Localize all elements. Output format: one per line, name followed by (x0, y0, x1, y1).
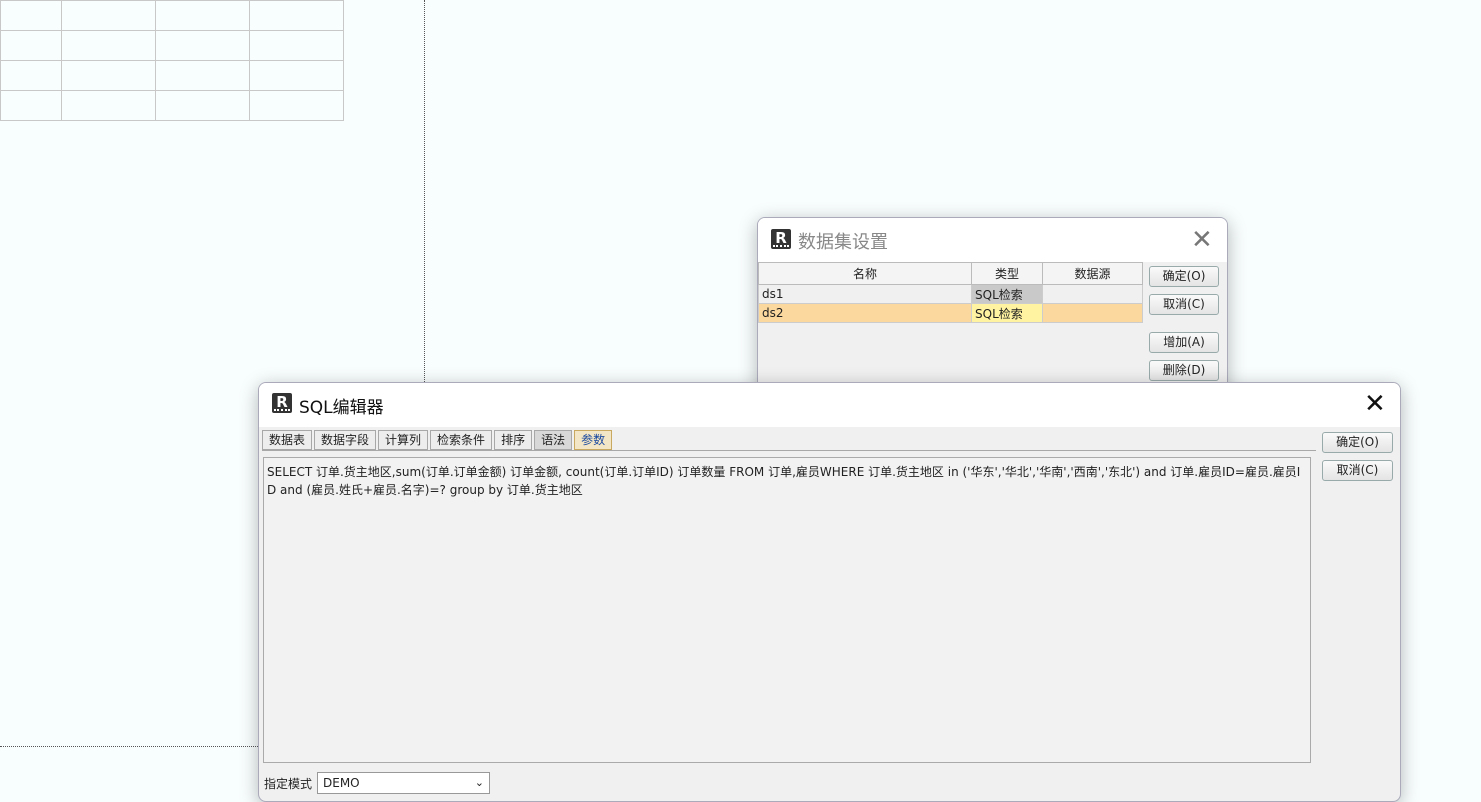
page-boundary-horizontal (0, 746, 258, 747)
page-boundary-vertical (424, 0, 425, 382)
table-row[interactable]: ds1 SQL检索 (758, 284, 1143, 304)
dataset-source-cell[interactable] (1042, 303, 1143, 323)
ok-button[interactable]: 确定(O) (1149, 266, 1219, 287)
table-row[interactable]: ds2 SQL检索 (758, 303, 1143, 323)
tab-divider (262, 450, 1316, 451)
chevron-down-icon: ⌄ (474, 776, 484, 789)
column-header-source[interactable]: 数据源 (1042, 262, 1143, 285)
ok-button[interactable]: 确定(O) (1322, 432, 1393, 453)
cancel-button[interactable]: 取消(C) (1322, 460, 1393, 481)
mode-select[interactable]: DEMO ⌄ (317, 772, 490, 794)
app-logo-icon: R (272, 393, 292, 413)
close-icon[interactable]: ✕ (1364, 391, 1386, 417)
column-header-name[interactable]: 名称 (758, 262, 972, 285)
dataset-settings-dialog: R 数据集设置 ✕ 名称 类型 数据源 ds1 SQL检索 ds2 SQL检索 … (757, 217, 1228, 404)
sql-text-area[interactable]: SELECT 订单.货主地区,sum(订单.订单金额) 订单金额, count(… (263, 457, 1311, 763)
tab-parameters[interactable]: 参数 (574, 430, 613, 450)
report-grid (0, 0, 344, 121)
sql-editor-title: SQL编辑器 (299, 398, 384, 418)
dataset-dialog-title: 数据集设置 (798, 232, 888, 253)
tab-fields[interactable]: 数据字段 (314, 430, 377, 450)
mode-label: 指定模式 (264, 777, 313, 791)
sql-editor-tabs: 数据表 数据字段 计算列 检索条件 排序 语法 参数 (262, 430, 614, 450)
tab-syntax[interactable]: 语法 (534, 430, 573, 450)
tab-tables[interactable]: 数据表 (262, 430, 313, 450)
sql-editor-titlebar[interactable]: R SQL编辑器 ✕ (259, 383, 1400, 427)
add-button[interactable]: 增加(A) (1149, 332, 1219, 353)
dataset-source-cell[interactable] (1042, 284, 1143, 304)
close-icon[interactable]: ✕ (1191, 227, 1213, 253)
dataset-dialog-titlebar[interactable]: R 数据集设置 ✕ (758, 218, 1227, 262)
app-logo-icon: R (771, 229, 791, 249)
delete-button[interactable]: 删除(D) (1149, 360, 1219, 381)
tab-sort[interactable]: 排序 (494, 430, 533, 450)
column-header-type[interactable]: 类型 (971, 262, 1043, 285)
dataset-name-cell[interactable]: ds1 (758, 284, 972, 304)
tab-computed-columns[interactable]: 计算列 (378, 430, 429, 450)
tab-conditions[interactable]: 检索条件 (430, 430, 493, 450)
dataset-table: 名称 类型 数据源 ds1 SQL检索 ds2 SQL检索 (758, 262, 1143, 323)
cancel-button[interactable]: 取消(C) (1149, 294, 1219, 315)
dataset-name-cell[interactable]: ds2 (758, 303, 972, 323)
dataset-type-cell[interactable]: SQL检索 (971, 284, 1043, 304)
dataset-type-cell[interactable]: SQL检索 (971, 303, 1043, 323)
sql-editor-dialog: R SQL编辑器 ✕ 数据表 数据字段 计算列 检索条件 排序 语法 参数 SE… (258, 382, 1401, 802)
mode-select-value: DEMO (323, 776, 360, 790)
